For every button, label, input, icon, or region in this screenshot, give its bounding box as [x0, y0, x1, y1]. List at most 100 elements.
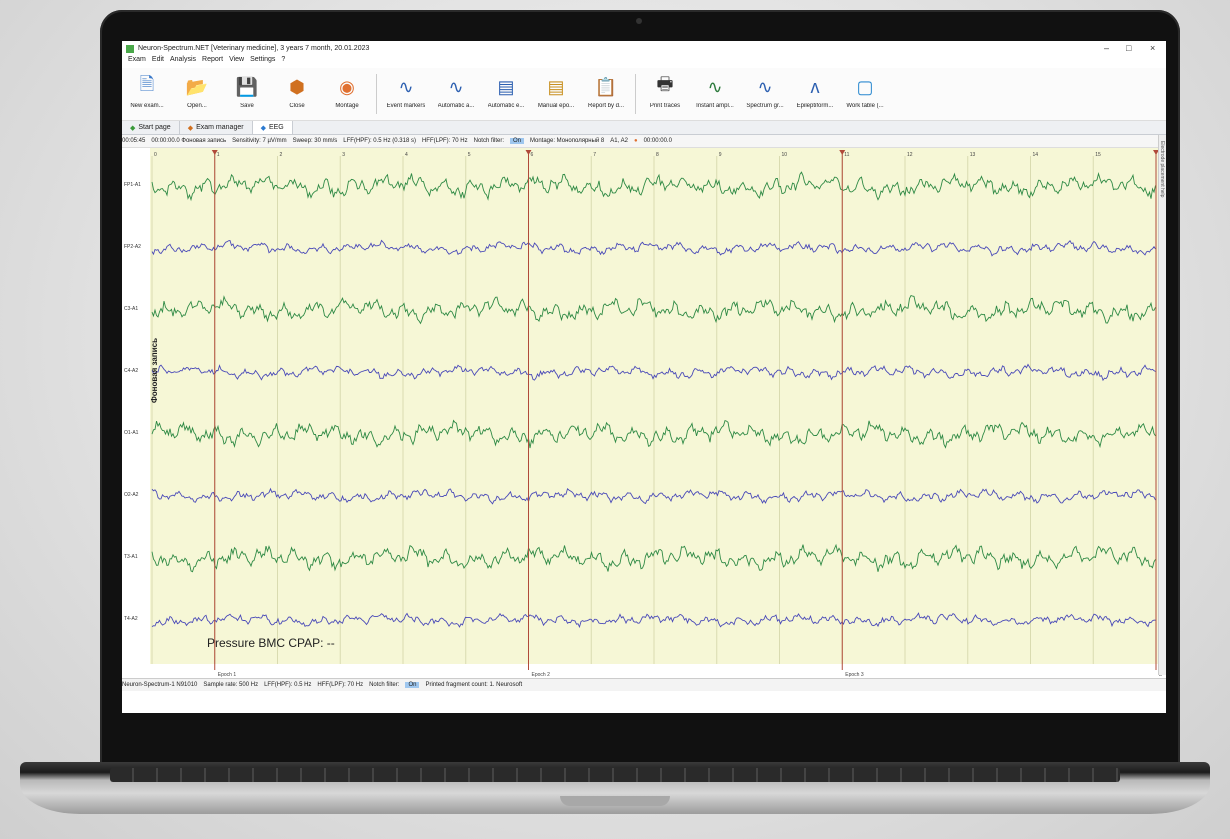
tab-bar: ◆ Start page ◆ Exam manager ◆ EEG	[122, 121, 1166, 135]
channel-label: O2-A2	[124, 492, 139, 498]
app-icon	[126, 44, 134, 53]
tab-eeg[interactable]: ◆ EEG	[252, 121, 293, 134]
second-tick-label: 4	[405, 152, 408, 158]
open-button[interactable]: 📂 Open...	[172, 68, 222, 120]
second-tick-label: 13	[970, 152, 976, 158]
instant-amplitude-button[interactable]: ∿ Instant ampl...	[690, 68, 740, 120]
report-button[interactable]: 📋 Report by d...	[581, 68, 631, 120]
channel-label-column: FP1-A1 FP2-A2 C3-A1 C4-A2 O1-A1 O2-A2 T3-A1 T4-…	[122, 148, 151, 664]
toolbar-ribbon: 🗎 New exam... 📂 Open... 💾 Save ⬢ Close ◉ Montage ∿…	[122, 68, 1166, 121]
event-markers-icon: ∿	[398, 76, 414, 97]
eeg-icon: ◆	[260, 124, 266, 132]
status-bar: Neuron-Spectrum-1 N91010 Sample rate: 50…	[122, 678, 1166, 691]
menu-item-4[interactable]: View	[229, 56, 244, 68]
epileptiform-icon: ᴧ	[810, 76, 820, 97]
exam-manager-icon: ◆	[187, 124, 194, 132]
epileptiform-button[interactable]: ᴧ Epileptiform...	[790, 68, 840, 120]
second-tick-label: 11	[844, 152, 849, 158]
tab-start-page[interactable]: ◆ Start page	[122, 121, 180, 134]
montage-brain-icon: ◉	[339, 76, 355, 97]
channel-label: FP1-A1	[124, 182, 141, 188]
manual-epoch-icon: ▤	[547, 76, 565, 97]
record-select[interactable]: 00:00:00.0 Фоновая запись	[151, 138, 226, 144]
toolbar-label: Open...	[187, 103, 207, 109]
manual-epoch-button[interactable]: ▤ Manual epo...	[531, 68, 581, 120]
second-tick-label: 10	[782, 152, 788, 158]
toolbar-label: Work table (...	[846, 103, 884, 109]
status-notch-toggle[interactable]: On	[405, 682, 420, 688]
lff-select[interactable]: LFF(HPF): 0.5 Hz (0.318 s)	[343, 138, 416, 144]
close-exam-button[interactable]: ⬢ Close	[272, 68, 322, 120]
tab-label: Start page	[138, 124, 171, 131]
window-title: Neuron-Spectrum.NET [Veterinary medicine…	[138, 45, 370, 52]
status-sample-rate: Sample rate: 500 Hz	[203, 682, 259, 688]
tab-label: Exam manager	[196, 124, 244, 131]
work-table-icon: ▢	[856, 76, 874, 97]
menu-item-3[interactable]: Report	[202, 56, 223, 68]
webcam	[636, 18, 642, 24]
notch-label: Notch filter:	[473, 138, 504, 144]
spectrum-button[interactable]: ∿ Spectrum gr...	[740, 68, 790, 120]
printer-button[interactable]: 🖶 Print traces	[640, 68, 690, 120]
menu-item-6[interactable]: ?	[281, 56, 285, 68]
menu-item-1[interactable]: Edit	[152, 56, 164, 68]
start-page-icon: ◆	[130, 124, 136, 132]
reference-select[interactable]: A1, A2	[610, 138, 628, 144]
second-tick-label: 9	[719, 152, 722, 158]
save-button[interactable]: 💾 Save	[222, 68, 272, 120]
eeg-plot[interactable]: 012345678910111213141516Epoch 1Epoch 2Ep…	[150, 148, 1166, 678]
toolbar-label: Print traces	[649, 103, 681, 109]
event-markers-button[interactable]: ∿ Event markers	[381, 68, 431, 120]
hff-select[interactable]: HFF(LPF): 70 Hz	[422, 138, 468, 144]
toolbar-label: New exam...	[130, 103, 164, 109]
channel-label: FP2-A2	[124, 244, 141, 250]
menu-item-5[interactable]: Settings	[250, 56, 275, 68]
menu-item-2[interactable]: Analysis	[170, 56, 196, 68]
new-exam-button[interactable]: 🗎 New exam...	[122, 68, 172, 120]
maximize-button[interactable]: □	[1126, 43, 1131, 53]
minimize-button[interactable]: –	[1104, 43, 1109, 53]
status-hff: HFF(LPF): 70 Hz	[317, 682, 364, 688]
toolbar-label: Event markers	[386, 103, 426, 109]
second-tick-label: 15	[1095, 152, 1101, 158]
printer-icon: 🖶	[656, 74, 674, 94]
notch-toggle[interactable]: On	[509, 138, 524, 144]
close-button[interactable]: ×	[1150, 43, 1155, 53]
status-device: Neuron-Spectrum-1 N91010	[122, 682, 198, 688]
menu-item-0[interactable]: Exam	[128, 56, 146, 68]
second-tick-label: 5	[468, 152, 471, 158]
sweep-select[interactable]: Sweep: 30 mm/s	[293, 138, 338, 144]
tab-exam-manager[interactable]: ◆ Exam manager	[180, 121, 253, 134]
automatic-epoch-button[interactable]: ▤ Automatic e...	[481, 68, 531, 120]
channel-label: C4-A2	[124, 368, 139, 374]
toolbar-label: Montage	[335, 103, 359, 109]
montage-select[interactable]: Montage: Монополярный 8	[530, 138, 604, 144]
second-tick-label: 6	[531, 152, 534, 158]
second-tick-label: 12	[907, 152, 913, 158]
screen: Neuron-Spectrum.NET [Veterinary medicine…	[122, 41, 1166, 713]
toolbar-separator	[635, 74, 636, 114]
work-table-button[interactable]: ▢ Work table (...	[840, 68, 890, 120]
eeg-params-bar: 00:05:45 00:00:00.0 Фоновая запись Sensi…	[122, 135, 1166, 148]
right-side-panel[interactable]	[1158, 135, 1166, 675]
automatic-analysis-button[interactable]: ∿ Automatic a...	[431, 68, 481, 120]
open-icon: 📂	[185, 76, 209, 97]
toolbar-separator	[376, 74, 377, 114]
channel-label: C3-A1	[124, 306, 139, 312]
automatic-analysis-icon: ∿	[448, 76, 464, 97]
toolbar-label: Instant ampl...	[696, 103, 734, 109]
side-record-label: Фоновая запись	[150, 338, 159, 404]
toolbar-label: Save	[240, 103, 254, 109]
title-bar: Neuron-Spectrum.NET [Veterinary medicine…	[122, 41, 1166, 56]
timer-value: 00:00:00.0	[643, 138, 672, 144]
save-icon: 💾	[235, 76, 259, 97]
tab-label: EEG	[268, 124, 284, 131]
montage-brain-button[interactable]: ◉ Montage	[322, 68, 372, 120]
sensitivity-select[interactable]: Sensitivity: 7 µV/mm	[232, 138, 286, 144]
eeg-area: FP1-A1 FP2-A2 C3-A1 C4-A2 O1-A1 O2-A2 T3-A1 T4-…	[122, 148, 1166, 678]
toolbar-label: Epileptiform...	[796, 103, 834, 109]
spectrum-icon: ∿	[757, 76, 773, 97]
current-time: 00:05:45	[122, 138, 146, 144]
toolbar-label: Report by d...	[587, 103, 625, 109]
second-tick-label: 1	[217, 152, 220, 158]
